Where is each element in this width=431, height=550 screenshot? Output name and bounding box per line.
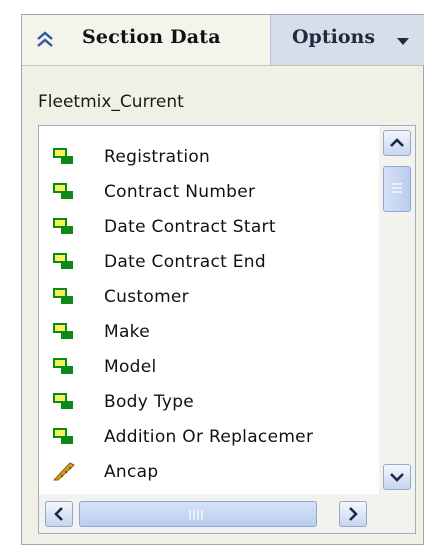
- field-list-box: Registration Contract Number Date Contra…: [38, 125, 416, 534]
- field-item[interactable]: Date Contract End: [39, 245, 379, 280]
- section-data-panel: Section Data Options Fleetmix_Current Re…: [21, 14, 424, 545]
- panel-header: Section Data Options: [22, 15, 424, 66]
- field-item[interactable]: Body Type: [39, 385, 379, 420]
- measure-icon: [52, 462, 75, 482]
- field-label: Ancap: [104, 462, 159, 482]
- options-label: Options: [292, 26, 376, 48]
- dimension-icon: [53, 357, 75, 377]
- grip-icon: [392, 183, 402, 193]
- field-item[interactable]: Registration: [39, 140, 379, 175]
- caret-down-icon: [395, 33, 411, 49]
- chevron-left-icon: [54, 507, 63, 521]
- chevron-down-icon: [390, 473, 404, 482]
- dimension-icon: [53, 287, 75, 307]
- options-menu-button[interactable]: Options: [270, 15, 424, 65]
- field-label: Body Type: [104, 392, 195, 412]
- scroll-right-button[interactable]: [339, 501, 367, 527]
- field-item[interactable]: Customer: [39, 280, 379, 315]
- field-item[interactable]: Model: [39, 350, 379, 385]
- field-label: Contract Number: [104, 182, 256, 202]
- dimension-icon: [53, 252, 75, 272]
- field-list: Registration Contract Number Date Contra…: [39, 126, 379, 494]
- field-label: Customer: [104, 287, 189, 307]
- field-label: Date Contract End: [104, 252, 266, 272]
- field-label: Date Contract Start: [104, 217, 276, 237]
- scroll-up-button[interactable]: [383, 130, 411, 156]
- scroll-left-button[interactable]: [45, 501, 73, 527]
- field-label: Make: [104, 322, 150, 342]
- dimension-icon: [53, 427, 75, 447]
- dimension-icon: [53, 182, 75, 202]
- field-item[interactable]: Date Contract Start: [39, 210, 379, 245]
- scroll-down-button[interactable]: [383, 464, 411, 490]
- field-label: Registration: [104, 147, 211, 167]
- vertical-scroll-thumb[interactable]: [383, 166, 411, 212]
- data-source-name: Fleetmix_Current: [38, 92, 184, 112]
- horizontal-scrollbar[interactable]: [39, 494, 379, 533]
- scrollbar-corner: [379, 494, 415, 533]
- field-item[interactable]: Addition Or Replacemer: [39, 420, 379, 455]
- grip-icon: [189, 510, 203, 520]
- field-label: Model: [104, 357, 157, 377]
- section-title: Section Data: [82, 26, 221, 48]
- dimension-icon: [53, 322, 75, 342]
- horizontal-scroll-thumb[interactable]: [79, 501, 317, 527]
- dimension-icon: [53, 392, 75, 412]
- chevron-up-icon: [390, 138, 404, 147]
- field-item[interactable]: Ancap: [39, 455, 379, 490]
- field-label: Addition Or Replacemer: [104, 427, 314, 447]
- vertical-scrollbar[interactable]: [379, 126, 415, 494]
- dimension-icon: [53, 217, 75, 237]
- chevron-right-icon: [349, 507, 358, 521]
- double-chevron-up-icon[interactable]: [34, 28, 56, 50]
- field-item[interactable]: Make: [39, 315, 379, 350]
- field-item[interactable]: Contract Number: [39, 175, 379, 210]
- dimension-icon: [53, 147, 75, 167]
